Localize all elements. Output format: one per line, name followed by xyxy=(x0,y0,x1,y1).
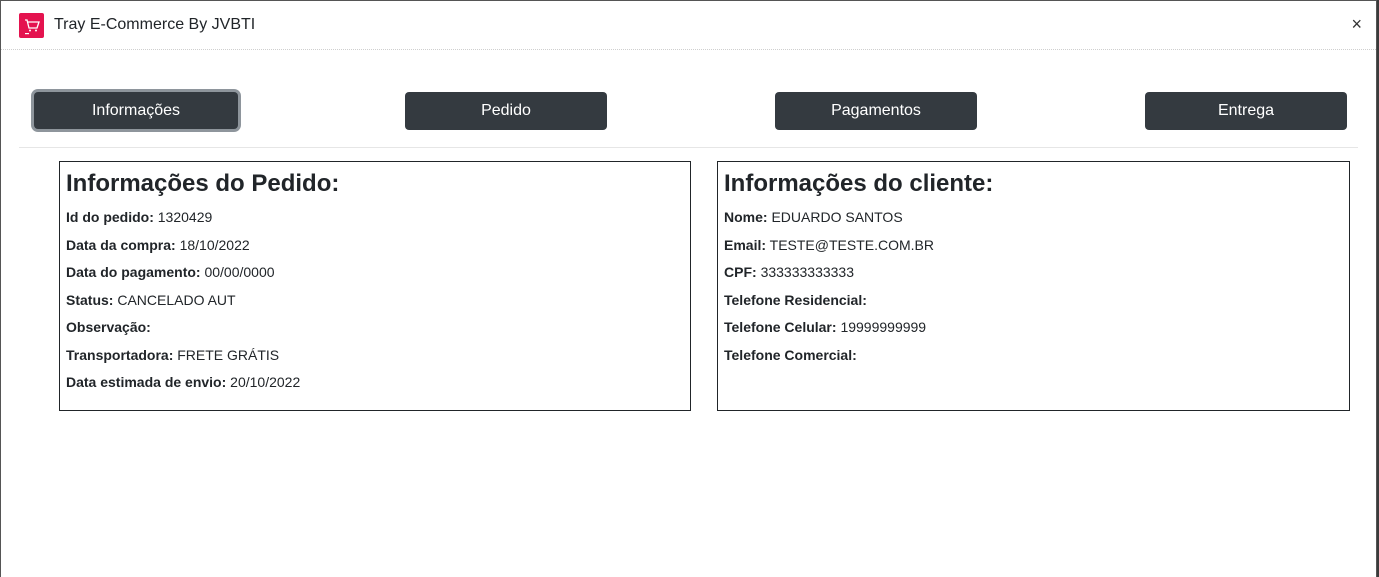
business-phone-row: Telefone Comercial: xyxy=(724,342,1343,370)
observation-row: Observação: xyxy=(66,314,684,342)
tab-informacoes[interactable]: Informações xyxy=(34,92,238,129)
field-value: 00/00/0000 xyxy=(204,264,275,280)
field-label: Telefone Comercial: xyxy=(724,346,857,363)
order-id-row: Id do pedido: 1320429 xyxy=(66,204,684,232)
window-title: Tray E-Commerce By JVBTI xyxy=(54,16,256,33)
field-label: Data do pagamento: xyxy=(66,264,201,280)
field-label: Data estimada de envio: xyxy=(66,374,227,390)
tab-pagamentos[interactable]: Pagamentos xyxy=(775,92,977,130)
field-label: Transportadora: xyxy=(66,346,174,363)
close-icon[interactable]: × xyxy=(1351,14,1362,34)
field-label: Telefone Residencial: xyxy=(724,291,867,308)
title-bar: Tray E-Commerce By JVBTI × xyxy=(1,1,1376,50)
field-label: Nome: xyxy=(724,209,768,225)
purchase-date-row: Data da compra: 18/10/2022 xyxy=(66,232,684,260)
field-label: Email: xyxy=(724,236,767,253)
field-value: FRETE GRÁTIS xyxy=(177,346,280,363)
carrier-row: Transportadora: FRETE GRÁTIS xyxy=(66,342,684,370)
field-value: CANCELADO AUT xyxy=(117,291,236,308)
cpf-row: CPF: 333333333333 xyxy=(724,259,1343,287)
order-info-heading: Informações do Pedido: xyxy=(66,170,340,197)
field-value: 1320429 xyxy=(157,209,213,225)
field-value: 19999999999 xyxy=(840,319,927,335)
field-label: Telefone Celular: xyxy=(724,319,837,335)
field-value: TESTE@TESTE.COM.BR xyxy=(769,236,934,253)
field-value: 18/10/2022 xyxy=(179,236,250,253)
tab-pedido[interactable]: Pedido xyxy=(405,92,607,130)
field-label: Id do pedido: xyxy=(66,209,154,225)
name-row: Nome: EDUARDO SANTOS xyxy=(724,204,1343,232)
client-info-panel: Informações do cliente: Nome: EDUARDO SA… xyxy=(717,161,1350,411)
field-value: 333333333333 xyxy=(760,264,854,280)
shopping-cart-icon xyxy=(19,13,44,38)
status-row: Status: CANCELADO AUT xyxy=(66,287,684,315)
field-label: CPF: xyxy=(724,264,757,280)
mobile-phone-row: Telefone Celular: 19999999999 xyxy=(724,314,1343,342)
email-row: Email: TESTE@TESTE.COM.BR xyxy=(724,232,1343,260)
estimated-shipping-row: Data estimada de envio: 20/10/2022 xyxy=(66,369,684,397)
tab-bar: Informações Pedido Pagamentos Entrega xyxy=(19,49,1358,148)
field-label: Data da compra: xyxy=(66,236,176,253)
field-value: EDUARDO SANTOS xyxy=(771,209,903,225)
tab-entrega[interactable]: Entrega xyxy=(1145,92,1347,130)
payment-date-row: Data do pagamento: 00/00/0000 xyxy=(66,259,684,287)
order-info-panel: Informações do Pedido: Id do pedido: 132… xyxy=(59,161,691,411)
field-value: 20/10/2022 xyxy=(230,374,301,390)
app-window: Tray E-Commerce By JVBTI × Informações P… xyxy=(0,0,1377,577)
home-phone-row: Telefone Residencial: xyxy=(724,287,1343,315)
field-label: Observação: xyxy=(66,319,151,335)
client-info-heading: Informações do cliente: xyxy=(724,170,994,197)
field-label: Status: xyxy=(66,291,114,308)
